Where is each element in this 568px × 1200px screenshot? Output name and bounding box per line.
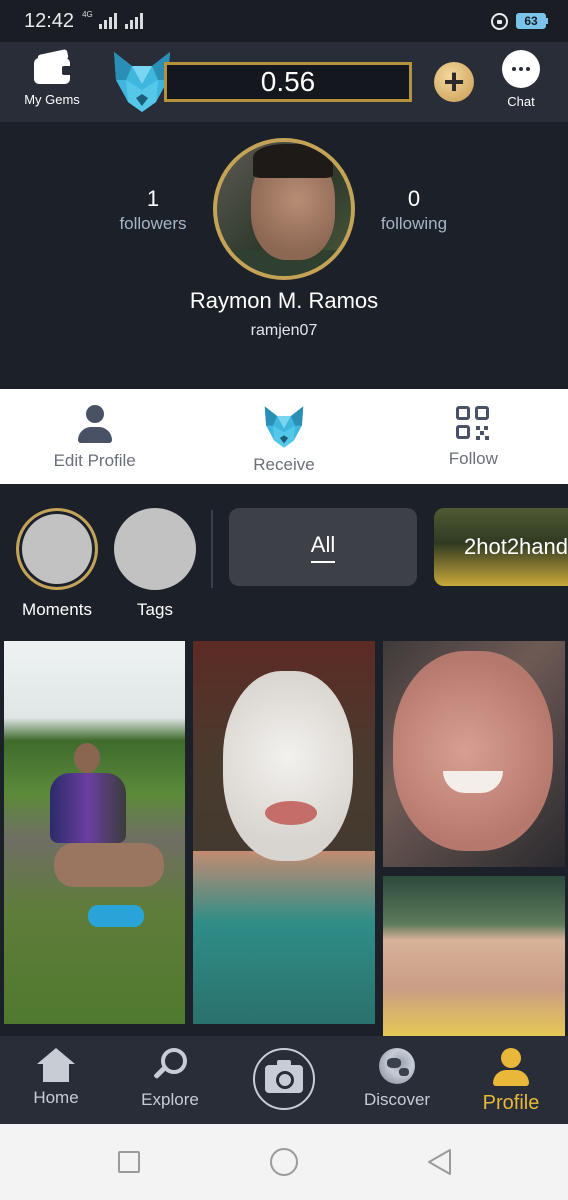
status-time-group: 12:42 4G [24, 10, 143, 33]
photo-thumbnail[interactable] [383, 876, 565, 1036]
battery-level: 63 [516, 13, 546, 29]
following-stat[interactable]: 0 following [344, 186, 484, 234]
camera-button[interactable] [253, 1048, 315, 1110]
profile-handle: ramjen07 [250, 322, 318, 339]
back-icon[interactable] [426, 1148, 454, 1176]
album-chip-all-label: All [310, 532, 336, 563]
tags-label: Tags [137, 600, 173, 619]
camera-icon [265, 1060, 303, 1093]
fox-icon [264, 406, 304, 448]
edit-profile-label: Edit Profile [53, 451, 136, 470]
battery-tip [546, 18, 548, 24]
nav-discover[interactable]: Discover [342, 1048, 452, 1110]
wallet-icon [32, 48, 72, 86]
chat-label: Chat [507, 94, 535, 109]
avatar[interactable] [213, 138, 355, 280]
nav-home-label: Home [33, 1088, 79, 1107]
globe-icon [379, 1048, 415, 1084]
person-icon [77, 405, 113, 445]
album-chip-label: 2hot2handle [464, 534, 568, 559]
followers-label: followers [119, 214, 187, 233]
following-count: 0 [407, 186, 421, 211]
home-icon [37, 1048, 75, 1082]
profile-actions: Edit Profile Receive Follow [0, 389, 568, 484]
plus-icon: + [443, 61, 465, 102]
tags-thumbnail [114, 508, 196, 590]
album-chip-all[interactable]: All [229, 508, 417, 586]
chat-button[interactable]: Chat [494, 50, 548, 109]
nav-profile-label: Profile [482, 1092, 540, 1114]
moments-label: Moments [22, 600, 92, 619]
tags-filter[interactable]: Tags [112, 508, 198, 620]
signal-2-icon [124, 13, 143, 29]
my-gems-button[interactable]: My Gems [18, 48, 86, 107]
nav-home[interactable]: Home [1, 1048, 111, 1108]
nav-discover-label: Discover [363, 1090, 431, 1109]
photo-grid [0, 638, 568, 1036]
profile-icon [493, 1048, 529, 1086]
receive-label: Receive [253, 455, 315, 474]
search-icon [151, 1048, 189, 1084]
filter-divider [211, 510, 213, 588]
album-chip[interactable]: 2hot2handle [434, 508, 568, 586]
chat-bubble-icon [502, 50, 540, 88]
edit-profile-button[interactable]: Edit Profile [0, 389, 189, 484]
bottom-nav: Home Explore Discover Profile [0, 1036, 568, 1124]
my-gems-label: My Gems [24, 92, 80, 107]
gem-balance: 0.56 [164, 62, 412, 102]
add-gems-button[interactable]: + [434, 62, 474, 102]
profile-name: Raymon M. Ramos [189, 288, 379, 313]
top-bar: My Gems 0.56 + Chat [0, 42, 568, 122]
receive-button[interactable]: Receive [189, 389, 378, 484]
photo-thumbnail[interactable] [4, 641, 185, 1024]
filter-row: Moments Tags All 2hot2handle [0, 484, 568, 638]
network-type: 4G [82, 9, 93, 19]
profile-header: 1 followers 0 following Raymon M. Ramos … [0, 122, 568, 388]
followers-count: 1 [146, 186, 160, 211]
followers-stat[interactable]: 1 followers [83, 186, 223, 234]
nav-explore[interactable]: Explore [115, 1048, 225, 1110]
nav-explore-label: Explore [141, 1090, 199, 1109]
qr-code-icon [455, 405, 491, 443]
battery-icon: 63 [516, 13, 548, 29]
photo-thumbnail[interactable] [383, 641, 565, 867]
moments-filter[interactable]: Moments [14, 508, 100, 620]
lock-icon [491, 12, 508, 30]
follow-label: Follow [448, 449, 498, 468]
photo-thumbnail[interactable] [193, 641, 375, 1024]
status-bar: 12:42 4G 63 [0, 0, 568, 42]
moments-thumbnail [16, 508, 98, 590]
follow-button[interactable]: Follow [379, 389, 568, 484]
signal-icon [98, 13, 117, 29]
status-right: 63 [491, 12, 548, 30]
recent-apps-icon[interactable] [118, 1151, 140, 1173]
following-label: following [380, 214, 448, 233]
system-nav-bar [0, 1124, 568, 1200]
status-time: 12:42 [24, 9, 75, 32]
nav-profile[interactable]: Profile [456, 1048, 566, 1115]
home-system-icon[interactable] [270, 1148, 298, 1176]
